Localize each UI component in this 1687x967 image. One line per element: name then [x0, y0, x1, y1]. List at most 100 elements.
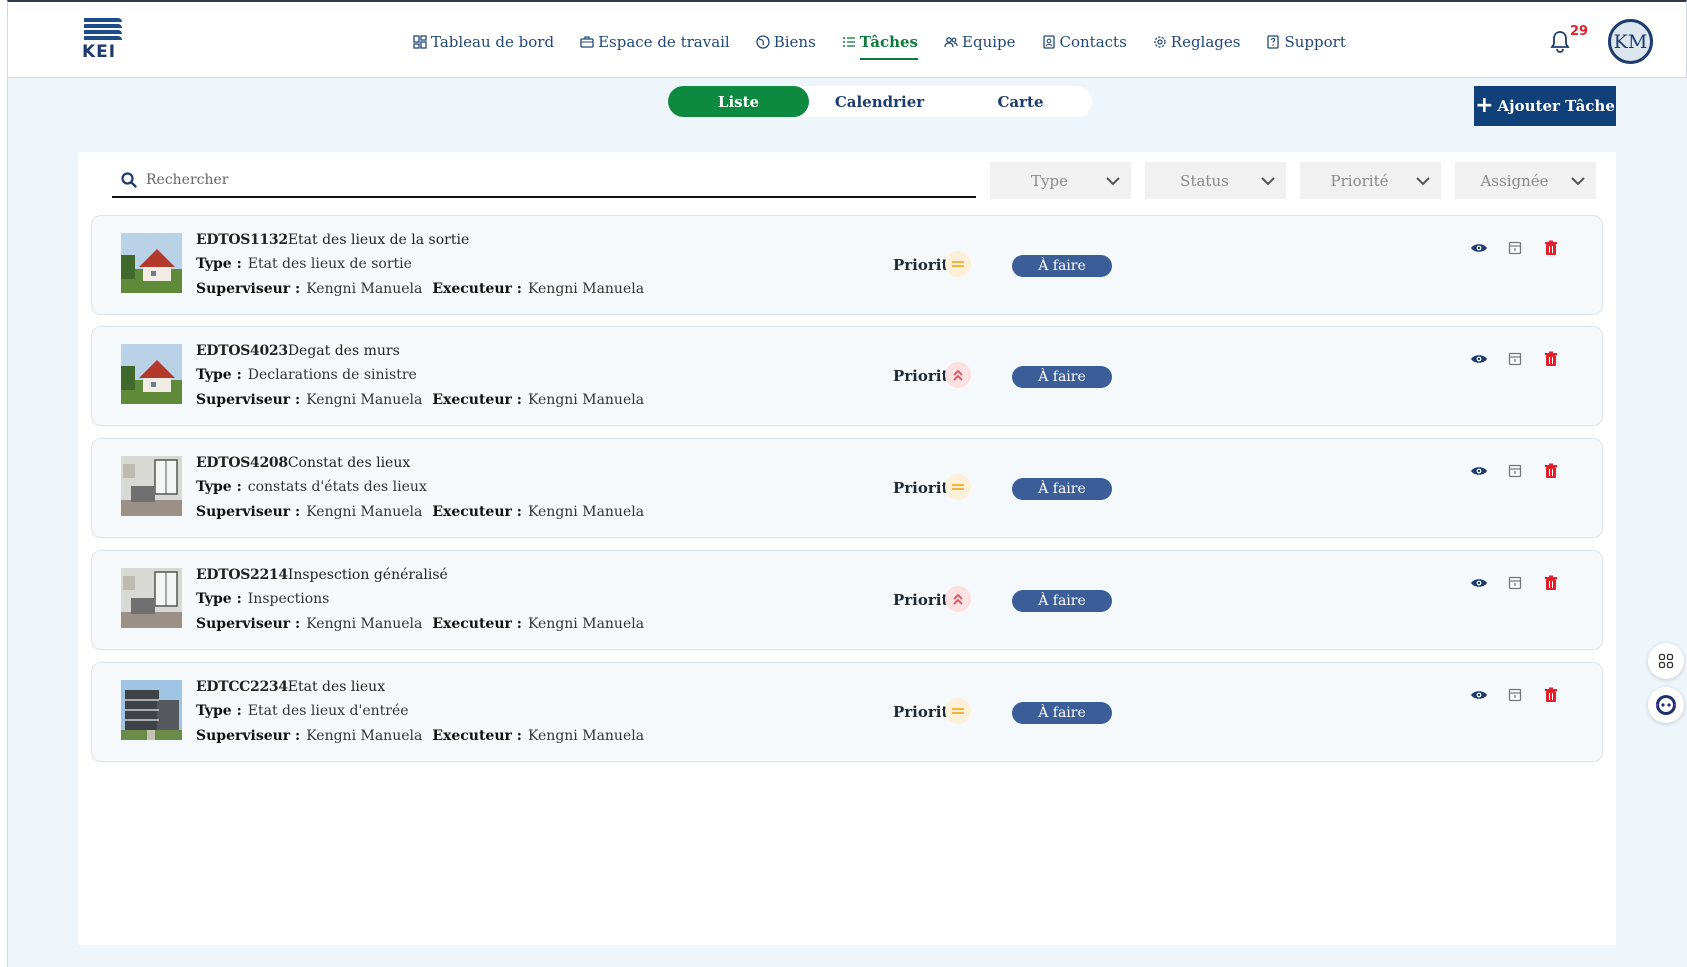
priority-medium-icon [945, 474, 971, 500]
nav-item-support[interactable]: Support [1266, 30, 1346, 54]
archive-icon[interactable] [1506, 574, 1524, 592]
task-supervisor: Kengni Manuela [306, 616, 423, 632]
chevron-down-icon [1261, 177, 1275, 186]
status-badge: À faire [1012, 590, 1112, 612]
main-nav: Tableau de bord Espace de travail Biens … [413, 30, 1346, 60]
filter-type[interactable]: Type [990, 162, 1131, 199]
task-executor: Kengni Manuela [527, 616, 645, 632]
chevron-down-icon [1106, 177, 1120, 186]
filter-priorite[interactable]: Priorité [1300, 162, 1441, 199]
chevron-down-icon [1571, 177, 1585, 186]
priority-high-icon [945, 362, 971, 388]
list-icon [842, 37, 855, 47]
property-thumbnail-house [121, 344, 182, 404]
archive-icon[interactable] [1506, 462, 1524, 480]
task-type: Etat des lieux d'entrée [247, 703, 409, 719]
nav-item-reglages[interactable]: Reglages [1153, 30, 1241, 54]
filter-assignee[interactable]: Assignée [1455, 162, 1596, 199]
task-card[interactable]: EDTCC2234Etat des lieux Type : Etat des l… [91, 662, 1603, 762]
trash-icon[interactable] [1542, 350, 1560, 368]
add-task-button[interactable]: + Ajouter Tâche [1474, 86, 1616, 126]
type-label: Type : [196, 256, 242, 272]
task-title: EDTOS4208Constat des lieux [196, 455, 410, 471]
task-code: EDTCC2234 [196, 679, 288, 695]
archive-icon[interactable] [1506, 239, 1524, 257]
task-title: EDTCC2234Etat des lieux [196, 679, 385, 695]
executor-label: Executeur : [432, 281, 522, 297]
logo-mark-icon [84, 18, 122, 44]
trash-icon[interactable] [1542, 462, 1560, 480]
property-thumbnail-interior [121, 456, 182, 516]
task-supervisor: Kengni Manuela [306, 728, 423, 744]
view-eye-icon[interactable] [1470, 462, 1488, 480]
trash-icon[interactable] [1542, 239, 1560, 257]
status-badge: À faire [1012, 478, 1112, 500]
priority-high-icon [945, 586, 971, 612]
nav-item-equipe[interactable]: Equipe [944, 30, 1016, 54]
filter-label: Priorité [1330, 171, 1389, 190]
trash-icon[interactable] [1542, 574, 1560, 592]
view-switcher: Liste Calendrier Carte [668, 86, 1092, 117]
nav-item-taches[interactable]: Tâches [842, 30, 919, 60]
nav-item-tableau-de-bord[interactable]: Tableau de bord [413, 30, 554, 54]
view-eye-icon[interactable] [1470, 574, 1488, 592]
executor-label: Executeur : [432, 392, 522, 408]
task-card[interactable]: EDTOS4023Degat des murs Type : Declaratio… [91, 326, 1603, 426]
property-thumbnail-building [121, 680, 182, 740]
nav-item-contacts[interactable]: Contacts [1042, 30, 1127, 54]
nav-label: Reglages [1170, 33, 1241, 51]
nav-label: Biens [773, 33, 816, 51]
trash-icon[interactable] [1542, 686, 1560, 704]
apps-grid-button[interactable] [1648, 643, 1684, 679]
tab-calendrier[interactable]: Calendrier [809, 86, 950, 117]
nav-label: Tableau de bord [431, 33, 555, 51]
task-code: EDTOS2214 [196, 567, 288, 583]
task-type: Inspections [247, 591, 330, 607]
nav-label: Support [1284, 33, 1346, 51]
task-type: constats d'états des lieux [247, 479, 427, 495]
chevron-down-icon [1416, 177, 1430, 186]
grid-icon [1658, 653, 1674, 669]
task-name: Degat des murs [287, 343, 400, 359]
kei-logo[interactable]: KEI [76, 16, 124, 62]
archive-icon[interactable] [1506, 350, 1524, 368]
chatbot-icon [1656, 695, 1676, 715]
task-type-row: Type : Declarations de sinistre [196, 367, 417, 383]
briefcase-icon [580, 36, 594, 48]
task-people-row: Superviseur : Kengni Manuela Executeur : Ke… [196, 728, 644, 744]
task-card[interactable]: EDTOS4208Constat des lieux Type : constat… [91, 438, 1603, 538]
team-icon [944, 37, 958, 48]
task-type-row: Type : Etat des lieux de sortie [196, 256, 412, 272]
bell-icon[interactable] [1549, 29, 1571, 53]
search-input[interactable] [146, 172, 926, 188]
view-eye-icon[interactable] [1470, 239, 1488, 257]
task-executor: Kengni Manuela [527, 504, 645, 520]
task-card[interactable]: EDTOS1132Etat des lieux de la sortie Typ… [91, 215, 1603, 315]
task-supervisor: Kengni Manuela [306, 392, 423, 408]
executor-label: Executeur : [432, 728, 522, 744]
view-eye-icon[interactable] [1470, 686, 1488, 704]
task-card[interactable]: EDTOS2214Inspesction généralisé Type : In… [91, 550, 1603, 650]
dashboard-icon [413, 35, 427, 49]
nav-label: Espace de travail [598, 33, 730, 51]
nav-label: Equipe [962, 33, 1016, 51]
nav-item-espace-de-travail[interactable]: Espace de travail [580, 30, 730, 54]
add-task-label: Ajouter Tâche [1497, 97, 1615, 115]
tab-carte[interactable]: Carte [950, 86, 1091, 117]
search-bar [112, 164, 976, 198]
archive-icon[interactable] [1506, 686, 1524, 704]
task-type-row: Type : constats d'états des lieux [196, 479, 427, 495]
task-type-row: Type : Etat des lieux d'entrée [196, 703, 409, 719]
tab-liste[interactable]: Liste [668, 86, 809, 117]
status-badge: À faire [1012, 366, 1112, 388]
task-title: EDTOS1132Etat des lieux de la sortie [196, 232, 469, 248]
supervisor-label: Superviseur : [196, 281, 301, 297]
avatar[interactable]: KM [1608, 19, 1653, 64]
filter-status[interactable]: Status [1145, 162, 1286, 199]
nav-item-biens[interactable]: Biens [756, 30, 816, 54]
property-thumbnail-house [121, 233, 182, 293]
status-badge: À faire [1012, 255, 1112, 277]
task-title: EDTOS2214Inspesction généralisé [196, 567, 448, 583]
chatbot-button[interactable] [1648, 687, 1684, 723]
view-eye-icon[interactable] [1470, 350, 1488, 368]
